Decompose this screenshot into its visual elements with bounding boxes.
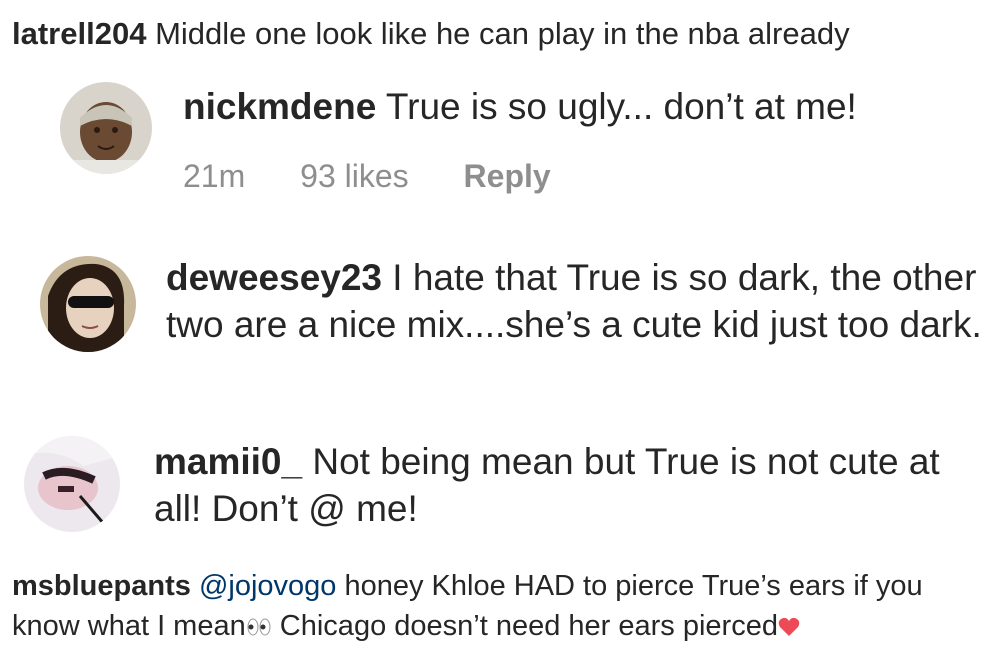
comment-meta: 21m 93 likes Reply xyxy=(183,156,597,196)
comment-body: mamii0_ Not being mean but True is not c… xyxy=(154,438,994,532)
comment-body: deweesey23 I hate that True is so dark, … xyxy=(166,254,986,348)
avatar-image xyxy=(40,256,136,352)
comment-username[interactable]: deweesey23 xyxy=(166,257,382,298)
comment-username[interactable]: msbluepants xyxy=(12,570,191,602)
comment-text: True is so ugly... don’t at me! xyxy=(385,86,857,127)
comment-username[interactable]: mamii0_ xyxy=(154,441,302,482)
comment-username[interactable]: nickmdene xyxy=(183,86,376,127)
avatar[interactable] xyxy=(40,256,136,352)
comment-text-part2: Chicago doesn’t need her ears pierced xyxy=(279,610,778,642)
reply-button[interactable]: Reply xyxy=(464,158,551,194)
comment-time: 21m xyxy=(183,158,246,194)
comment-body: nickmdene True is so ugly... don’t at me… xyxy=(183,84,857,130)
eyes-emoji-icon xyxy=(246,608,272,636)
comment-bottom: msbluepants @jojovogo honey Khloe HAD to… xyxy=(12,566,992,646)
avatar[interactable] xyxy=(24,436,120,532)
comment-text: Middle one look like he can play in the … xyxy=(155,16,850,51)
avatar-image xyxy=(24,436,120,532)
red-heart-emoji-icon xyxy=(778,608,800,636)
avatar-image xyxy=(60,82,152,174)
comment-username[interactable]: latrell204 xyxy=(12,16,146,51)
comment-likes[interactable]: 93 likes xyxy=(300,158,409,194)
comment-top: latrell204 Middle one look like he can p… xyxy=(12,14,992,54)
avatar[interactable] xyxy=(60,82,152,174)
mention-link[interactable]: @jojovogo xyxy=(199,570,336,602)
